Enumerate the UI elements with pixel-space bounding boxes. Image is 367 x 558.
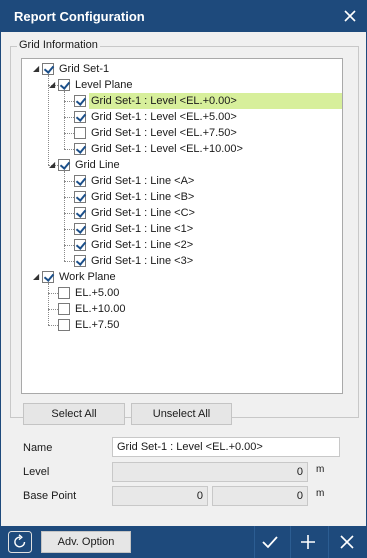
footer-divider xyxy=(254,526,255,558)
tree-checkbox[interactable] xyxy=(74,175,86,187)
adv-option-button[interactable]: Adv. Option xyxy=(41,531,131,553)
unselect-all-button[interactable]: Unselect All xyxy=(131,403,232,425)
tree-item-label: Grid Set-1 : Level <EL.+7.50> xyxy=(91,127,237,139)
tree-checkbox[interactable] xyxy=(58,79,70,91)
tree-item-label: EL.+10.00 xyxy=(75,303,126,315)
tree-item-label: Work Plane xyxy=(59,271,116,283)
grid-tree[interactable]: ◢ Grid Set-1 ◢ Level Plane Grid Set-1 : Leve… xyxy=(21,58,343,394)
dialog-body: Grid Information ◢ Grid Set-1 ◢ Level Plane… xyxy=(0,32,367,526)
tree-row[interactable]: ◢ Level Plane xyxy=(22,77,342,93)
title-bar: Report Configuration xyxy=(0,0,367,32)
tree-row[interactable]: Grid Set-1 : Level <EL.+10.00> xyxy=(22,141,342,157)
level-field: 0 xyxy=(112,462,308,482)
tree-item-label: Grid Line xyxy=(75,159,120,171)
name-field[interactable]: Grid Set-1 : Level <EL.+0.00> xyxy=(112,437,340,457)
tree-row[interactable]: EL.+10.00 xyxy=(22,301,342,317)
tree-checkbox[interactable] xyxy=(58,159,70,171)
tree-checkbox[interactable] xyxy=(58,303,70,315)
tree-item-label: Grid Set-1 : Level <EL.+0.00> xyxy=(89,93,342,109)
footer-divider xyxy=(290,526,291,558)
tree-row[interactable]: Grid Set-1 : Line <B> xyxy=(22,189,342,205)
expand-toggle-icon[interactable]: ◢ xyxy=(49,161,57,169)
tree-checkbox[interactable] xyxy=(42,271,54,283)
expand-toggle-icon[interactable]: ◢ xyxy=(33,65,41,73)
tree-item-label: Level Plane xyxy=(75,79,133,91)
cancel-icon[interactable] xyxy=(337,532,357,552)
name-label: Name xyxy=(23,442,53,454)
tree-item-label: Grid Set-1 : Line <B> xyxy=(91,191,195,203)
tree-checkbox[interactable] xyxy=(74,207,86,219)
base-point-unit: m xyxy=(316,488,325,499)
tree-row[interactable]: Grid Set-1 : Line <1> xyxy=(22,221,342,237)
tree-row[interactable]: Grid Set-1 : Level <EL.+0.00> xyxy=(22,93,342,109)
tree-item-label: Grid Set-1 : Line <A> xyxy=(91,175,195,187)
footer-bar: Adv. Option xyxy=(0,526,367,558)
window-title: Report Configuration xyxy=(14,9,145,24)
select-all-button[interactable]: Select All xyxy=(23,403,125,425)
level-unit: m xyxy=(316,464,325,475)
tree-row[interactable]: Grid Set-1 : Line <C> xyxy=(22,205,342,221)
base-point-y-field: 0 xyxy=(212,486,308,506)
expand-toggle-icon[interactable]: ◢ xyxy=(33,273,41,281)
add-icon[interactable] xyxy=(298,532,318,552)
tree-row[interactable]: Grid Set-1 : Level <EL.+7.50> xyxy=(22,125,342,141)
base-point-x-field: 0 xyxy=(112,486,208,506)
tree-row[interactable]: ◢ Grid Line xyxy=(22,157,342,173)
tree-row[interactable]: EL.+5.00 xyxy=(22,285,342,301)
tree-item-label: Grid Set-1 : Line <1> xyxy=(91,223,194,235)
tree-item-label: EL.+5.00 xyxy=(75,287,120,299)
check-icon[interactable] xyxy=(260,532,280,552)
tree-checkbox[interactable] xyxy=(58,287,70,299)
tree-row[interactable]: Grid Set-1 : Line <3> xyxy=(22,253,342,269)
tree-item-label: Grid Set-1 : Level <EL.+10.00> xyxy=(91,143,243,155)
tree-checkbox[interactable] xyxy=(42,63,54,75)
grid-information-legend: Grid Information xyxy=(17,39,100,51)
tree-row[interactable]: ◢ Grid Set-1 xyxy=(22,61,342,77)
tree-row[interactable]: EL.+7.50 xyxy=(22,317,342,333)
refresh-icon[interactable] xyxy=(8,531,32,553)
tree-item-label: Grid Set-1 : Line <3> xyxy=(91,255,194,267)
tree-item-label: Grid Set-1 : Line <2> xyxy=(91,239,194,251)
tree-checkbox[interactable] xyxy=(74,111,86,123)
tree-row[interactable]: Grid Set-1 : Line <A> xyxy=(22,173,342,189)
tree-row[interactable]: ◢ Work Plane xyxy=(22,269,342,285)
footer-divider xyxy=(328,526,329,558)
tree-checkbox[interactable] xyxy=(74,143,86,155)
tree-checkbox[interactable] xyxy=(74,255,86,267)
tree-item-label: Grid Set-1 : Line <C> xyxy=(91,207,195,219)
expand-toggle-icon[interactable]: ◢ xyxy=(49,81,57,89)
tree-checkbox[interactable] xyxy=(74,127,86,139)
tree-checkbox[interactable] xyxy=(74,95,86,107)
tree-item-label: Grid Set-1 : Level <EL.+5.00> xyxy=(91,111,237,123)
tree-checkbox[interactable] xyxy=(74,191,86,203)
tree-checkbox[interactable] xyxy=(74,223,86,235)
tree-row[interactable]: Grid Set-1 : Level <EL.+5.00> xyxy=(22,109,342,125)
close-icon[interactable] xyxy=(341,7,359,25)
tree-item-label: EL.+7.50 xyxy=(75,319,120,331)
tree-item-label: Grid Set-1 xyxy=(59,63,110,75)
level-label: Level xyxy=(23,466,50,478)
tree-checkbox[interactable] xyxy=(58,319,70,331)
tree-row[interactable]: Grid Set-1 : Line <2> xyxy=(22,237,342,253)
tree-checkbox[interactable] xyxy=(74,239,86,251)
base-point-label: Base Point xyxy=(23,490,77,502)
